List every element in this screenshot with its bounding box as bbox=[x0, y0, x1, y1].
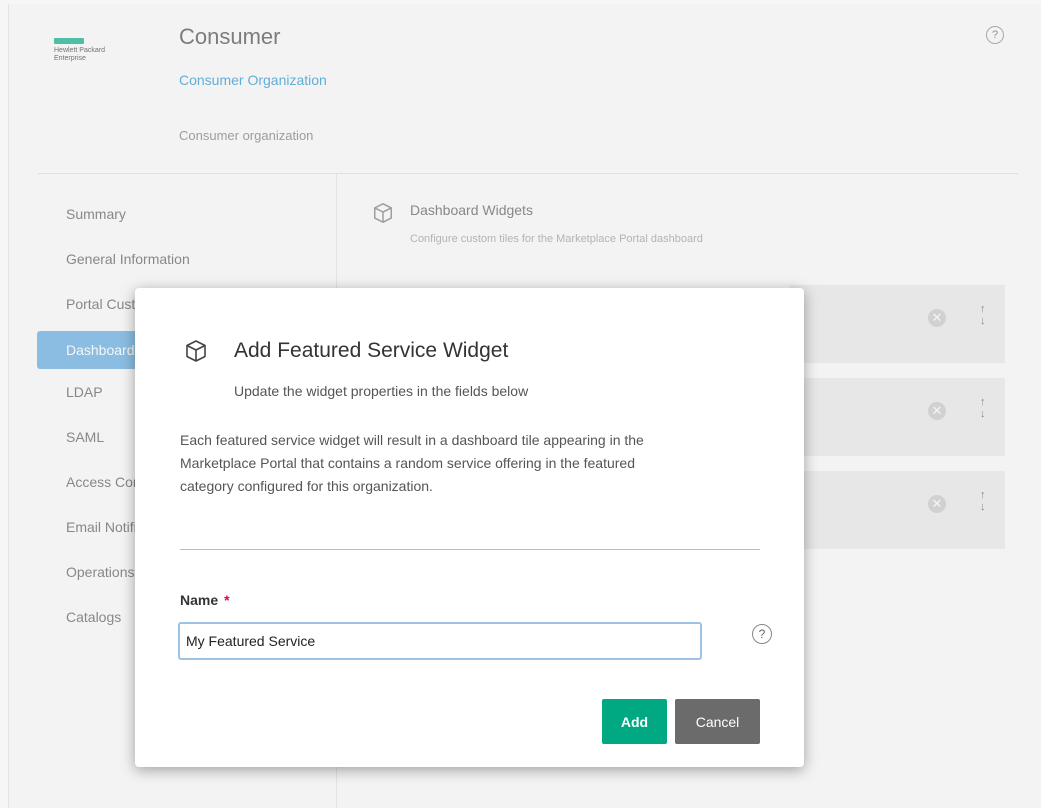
cancel-button[interactable]: Cancel bbox=[675, 699, 760, 744]
dialog-description: Each featured service widget will result… bbox=[180, 432, 644, 494]
name-label-text: Name bbox=[180, 592, 219, 608]
add-button[interactable]: Add bbox=[602, 699, 667, 744]
dialog-subtitle: Update the widget properties in the fiel… bbox=[234, 383, 529, 399]
required-marker: * bbox=[224, 592, 230, 608]
add-widget-dialog: Add Featured Service Widget Update the w… bbox=[135, 288, 804, 767]
help-icon[interactable]: ? bbox=[752, 624, 772, 644]
dialog-divider bbox=[180, 549, 760, 550]
cube-icon bbox=[186, 340, 206, 362]
name-input[interactable] bbox=[178, 622, 702, 660]
name-field-label: Name * bbox=[180, 592, 230, 608]
dialog-title: Add Featured Service Widget bbox=[234, 339, 509, 362]
